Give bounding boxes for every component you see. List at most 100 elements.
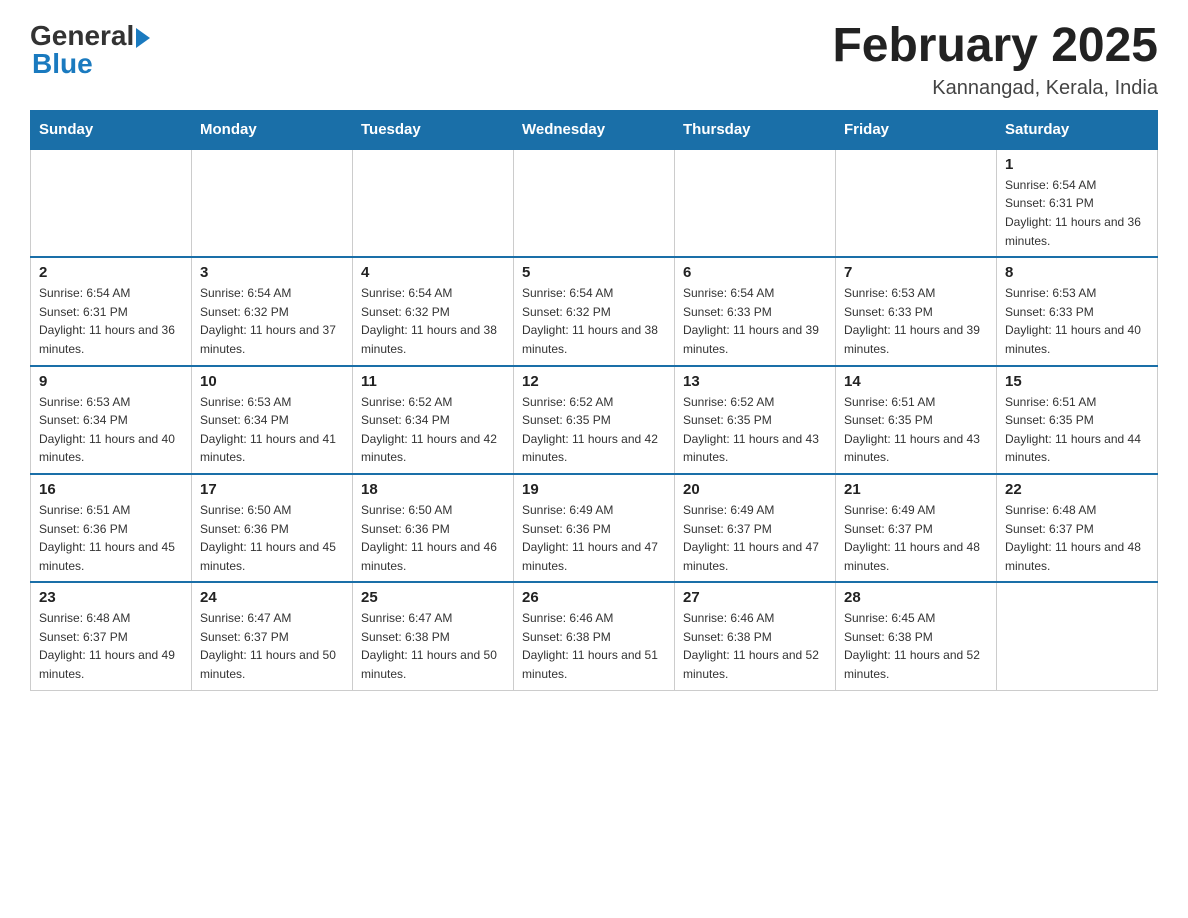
day-info: Sunrise: 6:48 AMSunset: 6:37 PMDaylight:… [1005,501,1149,575]
table-row: 14 Sunrise: 6:51 AMSunset: 6:35 PMDayligh… [836,366,997,474]
day-info: Sunrise: 6:46 AMSunset: 6:38 PMDaylight:… [522,609,666,683]
day-number: 24 [200,589,344,606]
table-row: 15 Sunrise: 6:51 AMSunset: 6:35 PMDayligh… [997,366,1158,474]
table-row [353,149,514,257]
day-info: Sunrise: 6:48 AMSunset: 6:37 PMDaylight:… [39,609,183,683]
logo-arrow-icon [136,28,150,48]
day-info: Sunrise: 6:54 AMSunset: 6:32 PMDaylight:… [361,284,505,358]
day-number: 4 [361,264,505,281]
table-row: 1 Sunrise: 6:54 AMSunset: 6:31 PMDaylight… [997,149,1158,257]
day-info: Sunrise: 6:51 AMSunset: 6:35 PMDaylight:… [1005,393,1149,467]
calendar-table: Sunday Monday Tuesday Wednesday Thursday… [30,110,1158,691]
day-number: 26 [522,589,666,606]
day-info: Sunrise: 6:54 AMSunset: 6:32 PMDaylight:… [200,284,344,358]
week-row-1: 1 Sunrise: 6:54 AMSunset: 6:31 PMDaylight… [31,149,1158,257]
day-info: Sunrise: 6:45 AMSunset: 6:38 PMDaylight:… [844,609,988,683]
day-info: Sunrise: 6:53 AMSunset: 6:33 PMDaylight:… [1005,284,1149,358]
day-info: Sunrise: 6:49 AMSunset: 6:36 PMDaylight:… [522,501,666,575]
table-row: 13Sunrise: 6:52 AMSunset: 6:35 PMDayligh… [675,366,836,474]
table-row: 18 Sunrise: 6:50 AMSunset: 6:36 PMDayligh… [353,474,514,582]
day-number: 28 [844,589,988,606]
table-row: 28 Sunrise: 6:45 AMSunset: 6:38 PMDayligh… [836,582,997,690]
day-number: 10 [200,373,344,390]
day-number: 11 [361,373,505,390]
col-header-friday: Friday [836,110,997,149]
day-number: 3 [200,264,344,281]
week-row-3: 9 Sunrise: 6:53 AMSunset: 6:34 PMDaylight… [31,366,1158,474]
table-row: 27 Sunrise: 6:46 AMSunset: 6:38 PMDayligh… [675,582,836,690]
week-row-5: 23 Sunrise: 6:48 AMSunset: 6:37 PMDayligh… [31,582,1158,690]
day-number: 16 [39,481,183,498]
col-header-thursday: Thursday [675,110,836,149]
title-area: February 2025 Kannangad, Kerala, India [832,20,1158,100]
table-row: 6 Sunrise: 6:54 AMSunset: 6:33 PMDaylight… [675,257,836,365]
day-number: 9 [39,373,183,390]
day-number: 18 [361,481,505,498]
table-row: 16Sunrise: 6:51 AMSunset: 6:36 PMDayligh… [31,474,192,582]
day-number: 1 [1005,156,1149,173]
day-info: Sunrise: 6:53 AMSunset: 6:33 PMDaylight:… [844,284,988,358]
table-row: 25Sunrise: 6:47 AMSunset: 6:38 PMDayligh… [353,582,514,690]
table-row [514,149,675,257]
logo-blue-text: Blue [32,48,93,80]
table-row: 26 Sunrise: 6:46 AMSunset: 6:38 PMDayligh… [514,582,675,690]
day-number: 20 [683,481,827,498]
day-number: 5 [522,264,666,281]
day-number: 21 [844,481,988,498]
table-row [192,149,353,257]
col-header-monday: Monday [192,110,353,149]
col-header-saturday: Saturday [997,110,1158,149]
col-header-sunday: Sunday [31,110,192,149]
day-number: 14 [844,373,988,390]
day-info: Sunrise: 6:50 AMSunset: 6:36 PMDaylight:… [200,501,344,575]
table-row: 9 Sunrise: 6:53 AMSunset: 6:34 PMDaylight… [31,366,192,474]
day-info: Sunrise: 6:53 AMSunset: 6:34 PMDaylight:… [200,393,344,467]
table-row [31,149,192,257]
day-number: 8 [1005,264,1149,281]
table-row: 12 Sunrise: 6:52 AMSunset: 6:35 PMDayligh… [514,366,675,474]
day-info: Sunrise: 6:51 AMSunset: 6:35 PMDaylight:… [844,393,988,467]
week-row-4: 16Sunrise: 6:51 AMSunset: 6:36 PMDayligh… [31,474,1158,582]
table-row: 20 Sunrise: 6:49 AMSunset: 6:37 PMDayligh… [675,474,836,582]
table-row: 8 Sunrise: 6:53 AMSunset: 6:33 PMDaylight… [997,257,1158,365]
day-info: Sunrise: 6:54 AMSunset: 6:33 PMDaylight:… [683,284,827,358]
day-info: Sunrise: 6:46 AMSunset: 6:38 PMDaylight:… [683,609,827,683]
table-row: 11 Sunrise: 6:52 AMSunset: 6:34 PMDayligh… [353,366,514,474]
day-number: 2 [39,264,183,281]
day-number: 27 [683,589,827,606]
logo: General Blue [30,20,150,80]
week-row-2: 2 Sunrise: 6:54 AMSunset: 6:31 PMDaylight… [31,257,1158,365]
table-row: 3 Sunrise: 6:54 AMSunset: 6:32 PMDaylight… [192,257,353,365]
day-number: 6 [683,264,827,281]
day-number: 15 [1005,373,1149,390]
location-text: Kannangad, Kerala, India [832,77,1158,100]
day-info: Sunrise: 6:50 AMSunset: 6:36 PMDaylight:… [361,501,505,575]
table-row: 24 Sunrise: 6:47 AMSunset: 6:37 PMDayligh… [192,582,353,690]
table-row: 22 Sunrise: 6:48 AMSunset: 6:37 PMDayligh… [997,474,1158,582]
day-info: Sunrise: 6:52 AMSunset: 6:35 PMDaylight:… [522,393,666,467]
month-title: February 2025 [832,20,1158,73]
day-info: Sunrise: 6:53 AMSunset: 6:34 PMDaylight:… [39,393,183,467]
day-info: Sunrise: 6:52 AMSunset: 6:34 PMDaylight:… [361,393,505,467]
day-number: 13 [683,373,827,390]
table-row: 5 Sunrise: 6:54 AMSunset: 6:32 PMDaylight… [514,257,675,365]
day-info: Sunrise: 6:47 AMSunset: 6:38 PMDaylight:… [361,609,505,683]
day-number: 22 [1005,481,1149,498]
table-row: 21 Sunrise: 6:49 AMSunset: 6:37 PMDayligh… [836,474,997,582]
table-row: 19 Sunrise: 6:49 AMSunset: 6:36 PMDayligh… [514,474,675,582]
day-info: Sunrise: 6:49 AMSunset: 6:37 PMDaylight:… [683,501,827,575]
page-header: General Blue February 2025 Kannangad, Ke… [30,20,1158,100]
day-number: 23 [39,589,183,606]
day-number: 7 [844,264,988,281]
table-row: 17Sunrise: 6:50 AMSunset: 6:36 PMDayligh… [192,474,353,582]
col-header-tuesday: Tuesday [353,110,514,149]
table-row [836,149,997,257]
day-info: Sunrise: 6:54 AMSunset: 6:32 PMDaylight:… [522,284,666,358]
col-header-wednesday: Wednesday [514,110,675,149]
day-number: 19 [522,481,666,498]
day-info: Sunrise: 6:49 AMSunset: 6:37 PMDaylight:… [844,501,988,575]
day-info: Sunrise: 6:47 AMSunset: 6:37 PMDaylight:… [200,609,344,683]
day-number: 12 [522,373,666,390]
day-info: Sunrise: 6:54 AMSunset: 6:31 PMDaylight:… [39,284,183,358]
day-info: Sunrise: 6:54 AMSunset: 6:31 PMDaylight:… [1005,176,1149,250]
